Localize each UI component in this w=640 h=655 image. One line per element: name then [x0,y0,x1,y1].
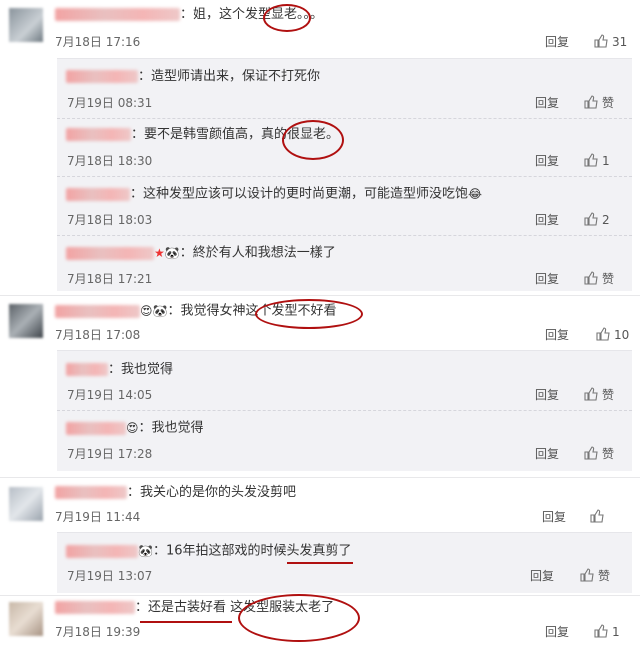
username[interactable] [66,544,138,558]
avatar[interactable] [9,487,43,521]
reply-text: ：我也觉得 [66,361,173,379]
like-button[interactable]: 2 [584,212,610,228]
panda-icon: 🐼 [138,544,153,558]
like-count: 31 [612,35,628,49]
username[interactable] [55,486,127,499]
username[interactable] [66,128,131,141]
annotation-underline [287,562,353,564]
reply-button[interactable]: 回复 [530,568,554,584]
like-count: 赞 [602,388,615,402]
thumbs-up-icon [584,153,598,167]
like-count: 赞 [598,569,611,583]
username[interactable] [55,304,140,318]
username[interactable] [55,601,135,614]
reply-button[interactable]: 回复 [545,34,569,50]
like-button[interactable]: 赞 [580,568,610,584]
like-count: 2 [602,213,610,227]
like-button[interactable]: 赞 [584,387,614,403]
avatar[interactable] [9,602,43,636]
reply-button[interactable]: 回复 [542,509,566,525]
like-button[interactable]: 赞 [584,95,614,111]
panda-icon: 🐼 [152,304,168,318]
reply-button[interactable]: 回复 [535,212,559,228]
reply-time: 7月19日 08:31 [67,96,153,110]
reply-text: 🐼：16年拍这部戏的时候头发真剪了 [66,542,352,561]
username[interactable] [66,70,138,83]
username[interactable] [66,421,126,435]
thumbs-up-icon [584,95,598,109]
annotation-circle [238,594,360,642]
avatar[interactable] [9,8,43,42]
comment-time: 7月18日 17:16 [55,35,141,49]
reply-time: 7月18日 17:21 [67,272,153,286]
reply-time: 7月19日 13:07 [67,569,153,583]
thumbs-up-icon [596,327,610,341]
reply-time: 7月19日 17:28 [67,447,153,461]
like-button[interactable] [590,509,608,525]
username[interactable] [55,8,180,21]
reply-divider [57,176,632,177]
reply-button[interactable]: 回复 [535,271,559,287]
thumbs-up-icon [590,509,604,523]
heart-eyes-emoji-icon: 😍 [140,304,153,318]
username[interactable] [66,187,130,201]
like-count: 赞 [602,272,615,286]
like-button[interactable]: 1 [594,624,620,640]
thumbs-up-icon [594,34,608,48]
divider [0,295,640,296]
reply-button[interactable]: 回复 [535,387,559,403]
avatar[interactable] [9,304,43,338]
reply-text: ：这种发型应该可以设计的更时尚更潮，可能造型师没吃饱😂 [66,185,482,204]
like-count: 赞 [602,96,615,110]
like-count: 1 [602,154,610,168]
annotation-circle [282,120,344,160]
thumbs-up-icon [580,568,594,582]
comment-time: 7月19日 11:44 [55,510,141,524]
star-badge-icon: ★ [154,246,165,260]
like-count: 赞 [602,447,615,461]
like-button[interactable]: 31 [594,34,627,50]
reply-divider [57,118,632,119]
like-button[interactable]: 赞 [584,446,614,462]
reply-time: 7月19日 14:05 [67,388,153,402]
comment-time: 7月18日 19:39 [55,625,141,639]
like-button[interactable]: 1 [584,153,610,169]
heart-eyes-emoji-icon: 😍 [126,421,139,435]
reply-button[interactable]: 回复 [535,446,559,462]
reply-divider [57,235,632,236]
reply-button[interactable]: 回复 [535,95,559,111]
thumbs-up-icon [584,212,598,226]
reply-time: 7月18日 18:03 [67,213,153,227]
username[interactable] [66,363,108,376]
reply-divider [57,410,632,411]
thumbs-up-icon [584,387,598,401]
reply-text: ：造型师请出来，保证不打死你 [66,68,320,86]
divider [0,477,640,478]
comment-text: ：我关心的是你的头发没剪吧 [55,484,296,502]
reply-button[interactable]: 回复 [545,624,569,640]
reply-button[interactable]: 回复 [535,153,559,169]
reply-button[interactable]: 回复 [545,327,569,343]
username[interactable] [66,246,154,260]
reply-text: ★🐼：終於有人和我想法一樣了 [66,244,336,263]
thumbs-up-icon [584,271,598,285]
reply-text: 😍：我也觉得 [66,419,204,438]
annotation-underline [140,621,232,623]
like-button[interactable]: 赞 [584,271,614,287]
annotation-circle [255,299,363,329]
reply-time: 7月18日 18:30 [67,154,153,168]
laughing-emoji-icon: 😂 [468,187,483,201]
like-count: 10 [614,328,630,342]
annotation-circle [263,4,311,32]
like-count: 1 [612,625,620,639]
thumbs-up-icon [584,446,598,460]
thumbs-up-icon [594,624,608,638]
comment-time: 7月18日 17:08 [55,328,141,342]
panda-icon: 🐼 [164,246,180,260]
like-button[interactable]: 10 [596,327,629,343]
